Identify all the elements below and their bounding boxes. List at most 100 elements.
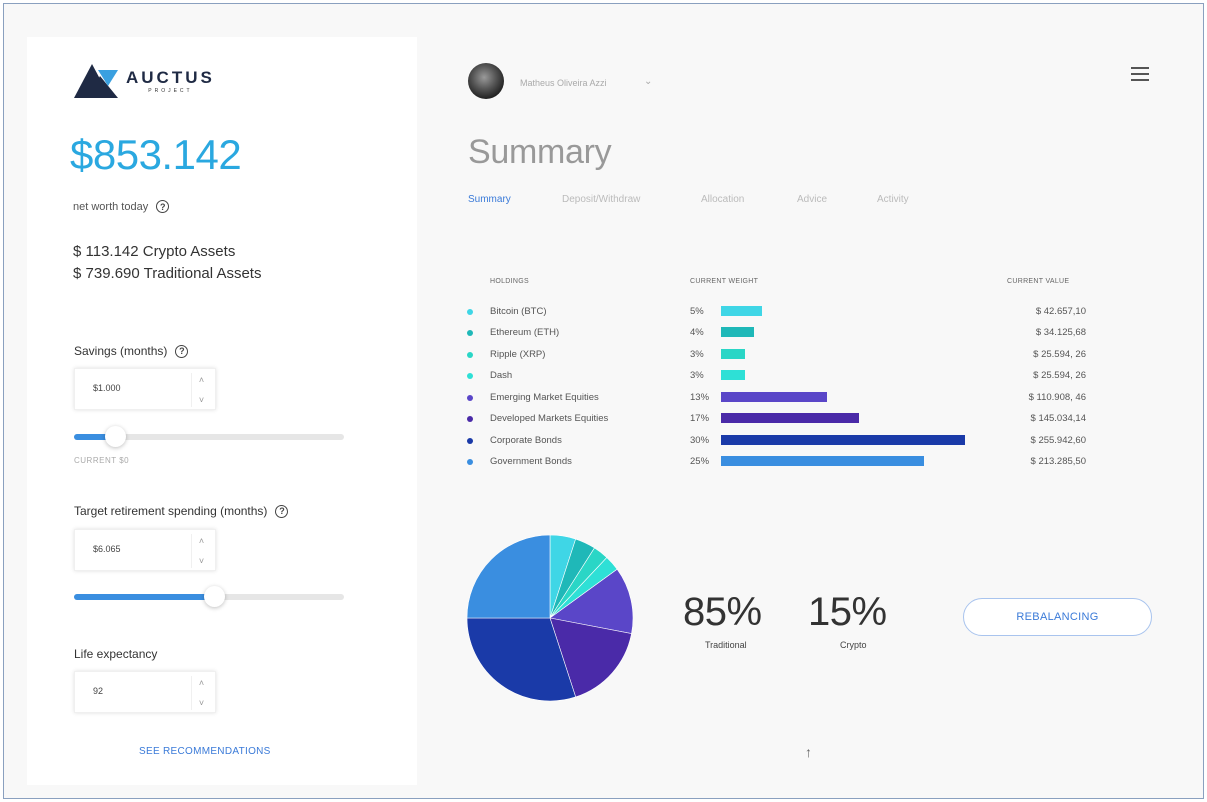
retirement-stepper[interactable]: $6.065 ˄ ˅ (74, 529, 216, 571)
weight-bar (721, 349, 745, 359)
chevron-down-icon[interactable]: ⌄ (644, 76, 652, 87)
net-worth-label-text: net worth today (73, 200, 149, 213)
savings-caption: CURRENT $0 (74, 456, 130, 465)
decrement-button[interactable]: ˅ (199, 696, 204, 710)
table-row[interactable]: Corporate Bonds 30% $ 255.942,60 (460, 432, 1100, 452)
allocation-pie-chart (467, 535, 633, 701)
table-row[interactable]: Dash 3% $ 25.594, 26 (460, 367, 1100, 387)
weight-bar (721, 306, 762, 316)
retirement-label: Target retirement spending (months) ? (74, 504, 289, 518)
retirement-label-text: Target retirement spending (months) (74, 504, 268, 518)
holding-name: Corporate Bonds (490, 435, 562, 446)
holding-name: Emerging Market Equities (490, 392, 599, 403)
holding-name: Government Bonds (490, 456, 572, 467)
avatar[interactable] (468, 63, 504, 99)
traditional-label: Traditional (705, 640, 747, 650)
weight-bar (721, 413, 859, 423)
traditional-percent: 85% (683, 590, 762, 634)
brand-name: AUCTUS (126, 67, 215, 87)
table-row[interactable]: Ethereum (ETH) 4% $ 34.125,68 (460, 324, 1100, 344)
table-row[interactable]: Developed Markets Equities 17% $ 145.034,1… (460, 410, 1100, 430)
rebalancing-button[interactable]: REBALANCING (963, 598, 1152, 636)
help-icon[interactable]: ? (275, 504, 289, 518)
table-row[interactable]: Bitcoin (BTC) 5% $ 42.657,10 (460, 303, 1100, 323)
table-row[interactable]: Ripple (XRP) 3% $ 25.594, 26 (460, 346, 1100, 366)
net-worth-value: $853.142 (70, 131, 242, 178)
tab-activity[interactable]: Activity (877, 194, 909, 205)
savings-label-text: Savings (months) (74, 344, 168, 358)
holding-value: $ 34.125,68 (1035, 327, 1086, 338)
holding-name: Developed Markets Equities (490, 413, 609, 424)
holding-weight: 25% (690, 456, 710, 467)
hamburger-menu-icon[interactable] (1131, 67, 1149, 81)
series-color-dot (467, 395, 473, 401)
holding-value: $ 25.594, 26 (1033, 349, 1086, 360)
crypto-assets: $ 113.142 Crypto Assets (73, 243, 236, 260)
holding-name: Bitcoin (BTC) (490, 306, 547, 317)
help-icon[interactable]: ? (175, 344, 189, 358)
series-color-dot (467, 416, 473, 422)
see-recommendations-link[interactable]: SEE RECOMMENDATIONS (139, 746, 271, 757)
holding-weight: 30% (690, 435, 710, 446)
tab-summary[interactable]: Summary (468, 194, 511, 205)
tab-deposit-withdraw[interactable]: Deposit/Withdraw (562, 194, 640, 205)
crypto-label: Crypto (840, 640, 867, 650)
holding-value: $ 42.657,10 (1035, 306, 1086, 317)
holding-weight: 5% (690, 306, 704, 317)
increment-button[interactable]: ˄ (199, 534, 204, 548)
brand-logo[interactable]: AUCTUS PROJECT (74, 64, 215, 98)
series-color-dot (467, 330, 473, 336)
holding-value: $ 255.942,60 (1030, 435, 1086, 446)
current-value-header: CURRENT VALUE (1007, 278, 1070, 285)
table-row[interactable]: Emerging Market Equities 13% $ 110.908, 46 (460, 389, 1100, 409)
holding-weight: 4% (690, 327, 704, 338)
brand-sub: PROJECT (148, 87, 193, 94)
retirement-slider-knob[interactable] (204, 586, 225, 607)
current-weight-header: CURRENT WEIGHT (690, 278, 759, 285)
holding-weight: 3% (690, 349, 704, 360)
weight-bar (721, 327, 754, 337)
decrement-button[interactable]: ˅ (199, 393, 204, 407)
arrow-up-icon[interactable]: ↑ (805, 744, 812, 760)
savings-value[interactable]: $1.000 (93, 383, 121, 393)
weight-bar (721, 435, 965, 445)
weight-bar (721, 392, 827, 402)
holding-name: Ripple (XRP) (490, 349, 546, 360)
holding-value: $ 145.034,14 (1030, 413, 1086, 424)
series-color-dot (467, 352, 473, 358)
retirement-slider[interactable] (74, 586, 344, 607)
weight-bar (721, 456, 924, 466)
series-color-dot (467, 438, 473, 444)
savings-stepper[interactable]: $1.000 ˄ ˅ (74, 368, 216, 410)
holding-name: Dash (490, 370, 513, 381)
holding-weight: 13% (690, 392, 710, 403)
holdings-header: HOLDINGS (490, 278, 529, 285)
life-expectancy-stepper[interactable]: 92 ˄ ˅ (74, 671, 216, 713)
decrement-button[interactable]: ˅ (199, 554, 204, 568)
series-color-dot (467, 373, 473, 379)
tab-advice[interactable]: Advice (797, 194, 827, 205)
increment-button[interactable]: ˄ (199, 676, 204, 690)
savings-label: Savings (months) ? (74, 344, 189, 358)
help-icon[interactable]: ? (156, 200, 170, 213)
traditional-assets: $ 739.690 Traditional Assets (73, 265, 262, 282)
crypto-percent: 15% (808, 590, 887, 634)
life-expectancy-label: Life expectancy (74, 647, 158, 661)
life-expectancy-value[interactable]: 92 (93, 686, 103, 696)
increment-button[interactable]: ˄ (199, 373, 204, 387)
net-worth-label: net worth today ? (73, 200, 170, 213)
pie-slice (467, 535, 551, 619)
holding-value: $ 110.908, 46 (1028, 392, 1086, 403)
holding-value: $ 213.285,50 (1030, 456, 1086, 467)
retirement-value[interactable]: $6.065 (93, 544, 121, 554)
holding-value: $ 25.594, 26 (1033, 370, 1086, 381)
holding-weight: 3% (690, 370, 704, 381)
table-row[interactable]: Government Bonds 25% $ 213.285,50 (460, 453, 1100, 473)
series-color-dot (467, 459, 473, 465)
series-color-dot (467, 309, 473, 315)
tab-allocation[interactable]: Allocation (701, 194, 744, 205)
savings-slider[interactable] (74, 426, 344, 447)
savings-slider-knob[interactable] (105, 426, 126, 447)
holding-name: Ethereum (ETH) (490, 327, 560, 338)
user-name[interactable]: Matheus Oliveira Azzi (520, 78, 607, 88)
